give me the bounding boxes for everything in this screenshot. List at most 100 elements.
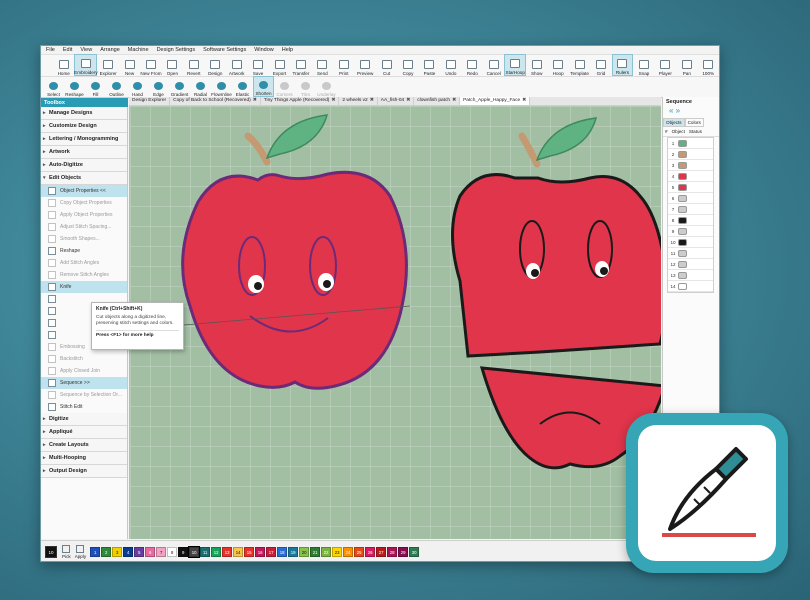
sequence-row[interactable]: 4 [668, 171, 713, 182]
section-artwork[interactable]: Artwork [41, 146, 127, 159]
menu-edit[interactable]: Edit [63, 47, 72, 53]
sequence-row[interactable]: 12 [668, 259, 713, 270]
tool-button-12[interactable]: Trim [295, 76, 316, 97]
color-swatch[interactable]: 6 [145, 547, 156, 557]
color-swatch[interactable]: 26 [365, 547, 376, 557]
ribbon-button-23[interactable]: Hoop [547, 54, 568, 76]
menu-file[interactable]: File [46, 47, 55, 53]
sequence-nav-arrows[interactable]: « » [663, 106, 719, 118]
menu-design-settings[interactable]: Design Settings [157, 47, 196, 53]
doc-tab-2[interactable]: Tiny Things Apple (Recovered) ✖ [261, 97, 340, 105]
sequence-row[interactable]: 3 [668, 160, 713, 171]
section-auto-digitize[interactable]: Auto-Digitize [41, 159, 127, 172]
tool-button-1[interactable]: Reshape [64, 76, 85, 97]
tool-button-13[interactable]: Underlay [316, 76, 337, 97]
color-swatch[interactable]: 23 [332, 547, 343, 557]
ribbon-button-24[interactable]: Template [569, 54, 590, 76]
color-swatch[interactable]: 20 [299, 547, 310, 557]
color-swatch[interactable]: 11 [200, 547, 211, 557]
ribbon-button-12[interactable]: Send [312, 54, 333, 76]
section-multi-hooping[interactable]: Multi-Hooping [41, 452, 127, 465]
tool-button-5[interactable]: Edge [148, 76, 169, 97]
tool-button-4[interactable]: Hand [127, 76, 148, 97]
sequence-row[interactable]: 6 [668, 193, 713, 204]
tool-button-9[interactable]: Elastic [232, 76, 253, 97]
item-remove-stitch-angles[interactable]: Remove Stitch Angles [41, 269, 127, 281]
sequence-row[interactable]: 10 [668, 237, 713, 248]
tab-objects[interactable]: Objects [663, 118, 685, 127]
color-swatch[interactable]: 10 [188, 546, 201, 558]
ribbon-button-21[interactable]: StarHoop [504, 54, 526, 76]
menu-view[interactable]: View [80, 47, 92, 53]
ribbon-button-29[interactable]: Pan [676, 54, 697, 76]
tool-button-0[interactable]: Select [43, 76, 64, 97]
doc-tab-4[interactable]: AA_fish-04 ✖ [378, 97, 415, 105]
item-backstitch[interactable]: Backstitch [41, 353, 127, 365]
color-swatch[interactable]: 4 [123, 547, 134, 557]
tool-button-11[interactable]: Corners [274, 76, 295, 97]
sequence-row[interactable]: 9 [668, 226, 713, 237]
color-swatch[interactable]: 12 [211, 547, 222, 557]
doc-tab-1[interactable]: Copy of Back to School (Recovered) ✖ [170, 97, 261, 105]
sequence-row[interactable]: 14 [668, 281, 713, 292]
ribbon-button-11[interactable]: Transfer [290, 54, 311, 76]
item-adjust-spacing[interactable]: Adjust Stitch Spacing... [41, 221, 127, 233]
left-apple[interactable] [181, 114, 408, 390]
menu-machine[interactable]: Machine [128, 47, 149, 53]
ribbon-button-6[interactable]: Revert [183, 54, 204, 76]
color-swatch[interactable]: 24 [343, 547, 354, 557]
color-swatch[interactable]: 28 [387, 547, 398, 557]
color-swatch[interactable]: 2 [101, 547, 112, 557]
ribbon-button-5[interactable]: Open [162, 54, 183, 76]
menu-window[interactable]: Window [254, 47, 274, 53]
sequence-row[interactable]: 13 [668, 270, 713, 281]
ribbon-button-19[interactable]: Redo [462, 54, 483, 76]
section-create-layouts[interactable]: Create Layouts [41, 439, 127, 452]
close-icon[interactable]: ✖ [406, 98, 410, 103]
ribbon-button-7[interactable]: Design [205, 54, 226, 76]
color-swatch[interactable]: 22 [321, 547, 332, 557]
ribbon-button-4[interactable]: New From [140, 54, 162, 76]
color-swatch[interactable]: 29 [398, 547, 409, 557]
sequence-row[interactable]: 5 [668, 182, 713, 193]
pick-tool[interactable]: Pick [62, 545, 71, 559]
color-swatch[interactable]: 27 [376, 547, 387, 557]
color-swatch[interactable]: 1 [90, 547, 101, 557]
close-icon[interactable]: ✖ [370, 98, 374, 103]
ribbon-button-25[interactable]: Grid [590, 54, 611, 76]
color-swatch[interactable]: 14 [233, 547, 244, 557]
item-sequence[interactable]: Sequence >> [41, 377, 127, 389]
section-digitize[interactable]: Digitize [41, 413, 127, 426]
design-canvas[interactable] [129, 106, 661, 539]
sequence-row[interactable]: 2 [668, 149, 713, 160]
color-swatch[interactable]: 18 [277, 547, 288, 557]
section-applique[interactable]: Appliqué [41, 426, 127, 439]
ribbon-button-3[interactable]: New [119, 54, 140, 76]
ribbon-button-14[interactable]: Preview [354, 54, 375, 76]
ribbon-button-13[interactable]: Print [333, 54, 354, 76]
item-object-properties[interactable]: Object Properties << [41, 185, 127, 197]
ribbon-button-22[interactable]: Show [526, 54, 547, 76]
section-edit-objects[interactable]: Edit Objects [41, 172, 127, 185]
ribbon-button-28[interactable]: Player [655, 54, 676, 76]
color-swatch[interactable]: 13 [222, 547, 233, 557]
item-copy-properties[interactable]: Copy Object Properties [41, 197, 127, 209]
ribbon-button-30[interactable]: 100% [698, 54, 719, 76]
color-swatch[interactable]: 9 [178, 547, 189, 557]
close-icon[interactable]: ✖ [253, 98, 257, 103]
tool-button-10[interactable]: Shorten [253, 76, 274, 97]
ribbon-button-1[interactable]: Embroidery [74, 54, 98, 76]
item-apply-properties[interactable]: Apply Object Properties [41, 209, 127, 221]
tool-button-7[interactable]: Radial [190, 76, 211, 97]
color-swatch[interactable]: 15 [244, 547, 255, 557]
tab-colors[interactable]: Colors [684, 118, 704, 127]
close-icon[interactable]: ✖ [522, 98, 526, 103]
section-output-design[interactable]: Output Design [41, 465, 127, 478]
section-manage-designs[interactable]: Manage Designs [41, 107, 127, 120]
tool-button-8[interactable]: Flowmline [211, 76, 232, 97]
ribbon-button-17[interactable]: Paste [419, 54, 440, 76]
sequence-row[interactable]: 11 [668, 248, 713, 259]
tool-button-3[interactable]: Outline [106, 76, 127, 97]
section-customize-design[interactable]: Customize Design [41, 120, 127, 133]
tool-button-6[interactable]: Gradient [169, 76, 190, 97]
